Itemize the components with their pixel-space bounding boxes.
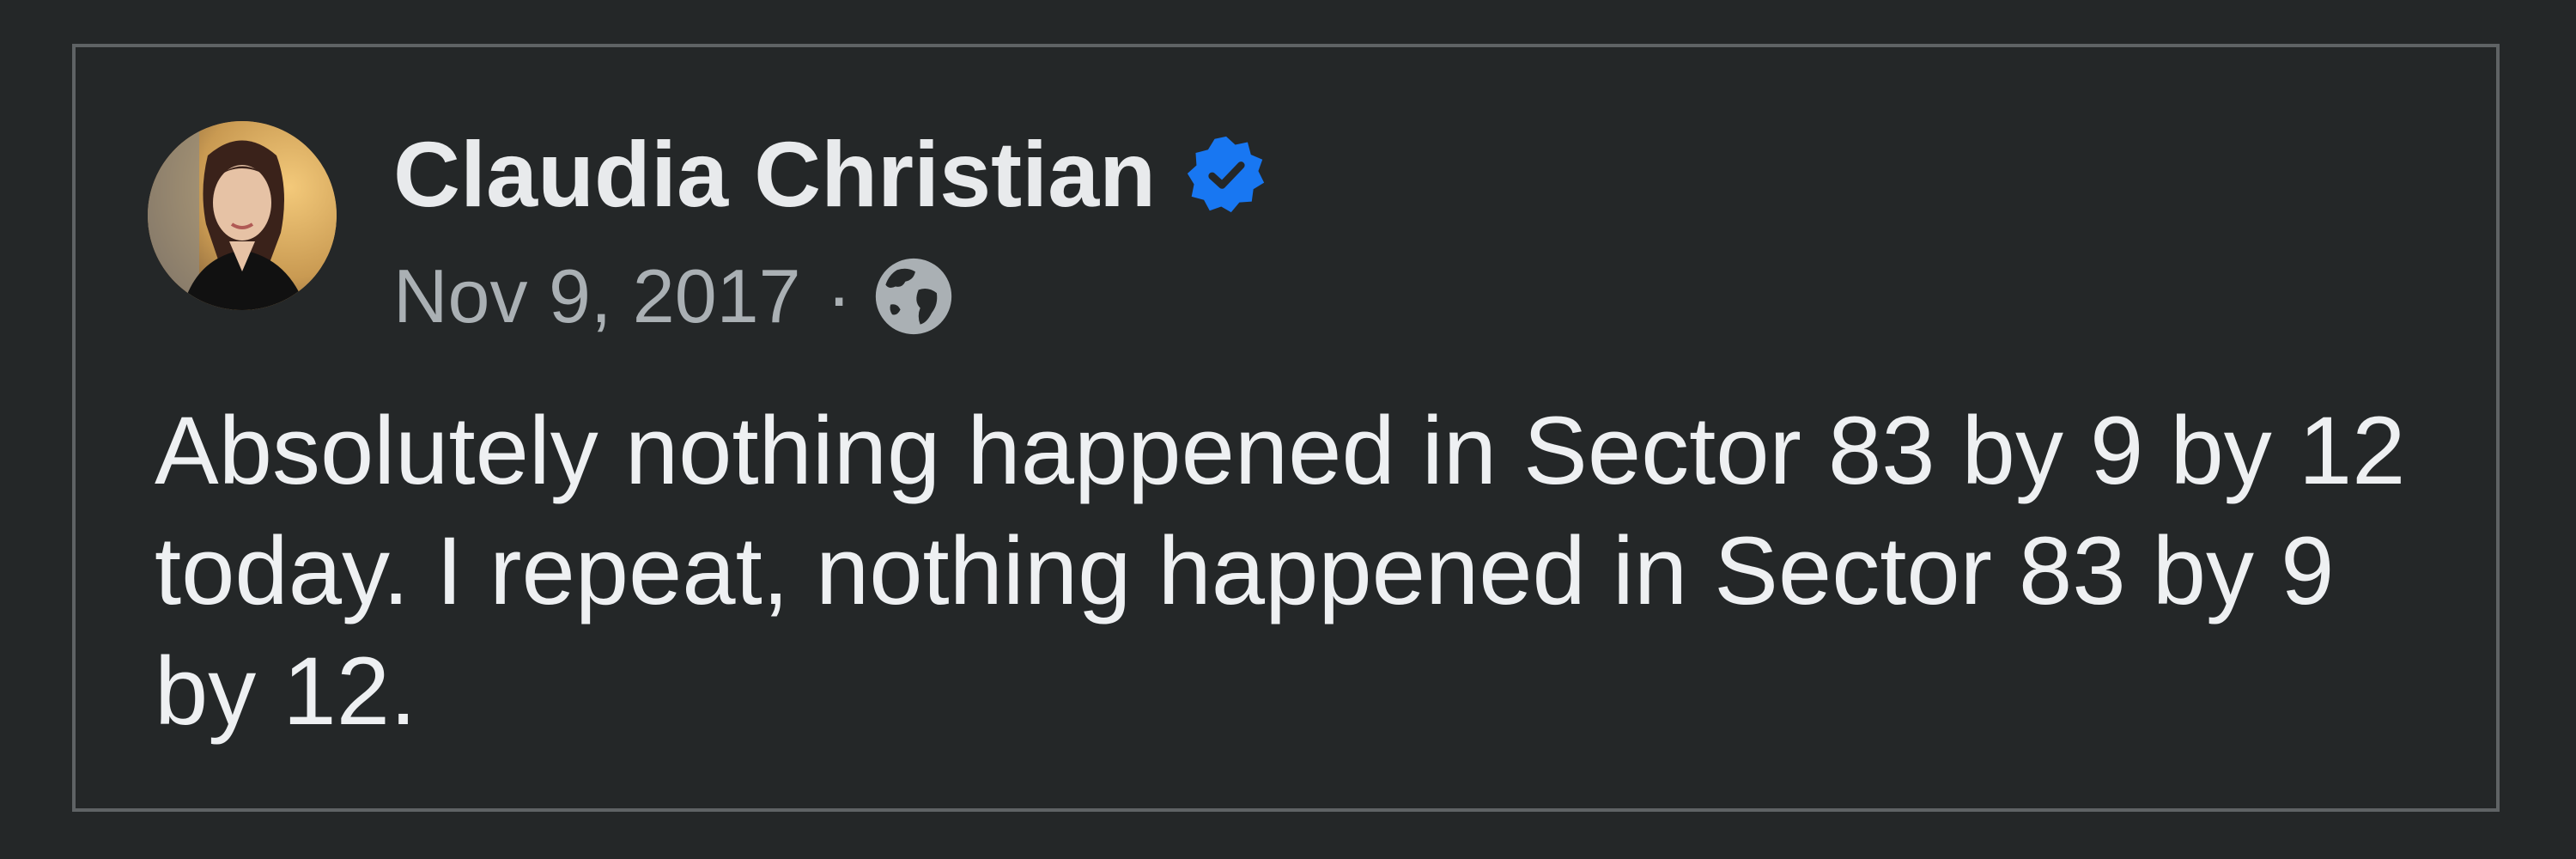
meta-separator: · [826, 253, 852, 338]
author-name[interactable]: Claudia Christian [393, 128, 1156, 221]
globe-icon[interactable] [872, 255, 955, 338]
avatar-image [148, 121, 337, 310]
verified-badge-icon [1188, 136, 1265, 213]
post-date[interactable]: Nov 9, 2017 [393, 259, 801, 334]
avatar[interactable] [148, 121, 337, 310]
author-row: Claudia Christian [393, 119, 1267, 230]
post-text: Absolutely nothing happened in Sector 83… [155, 397, 2406, 745]
post-meta: Nov 9, 2017 · [393, 249, 955, 344]
